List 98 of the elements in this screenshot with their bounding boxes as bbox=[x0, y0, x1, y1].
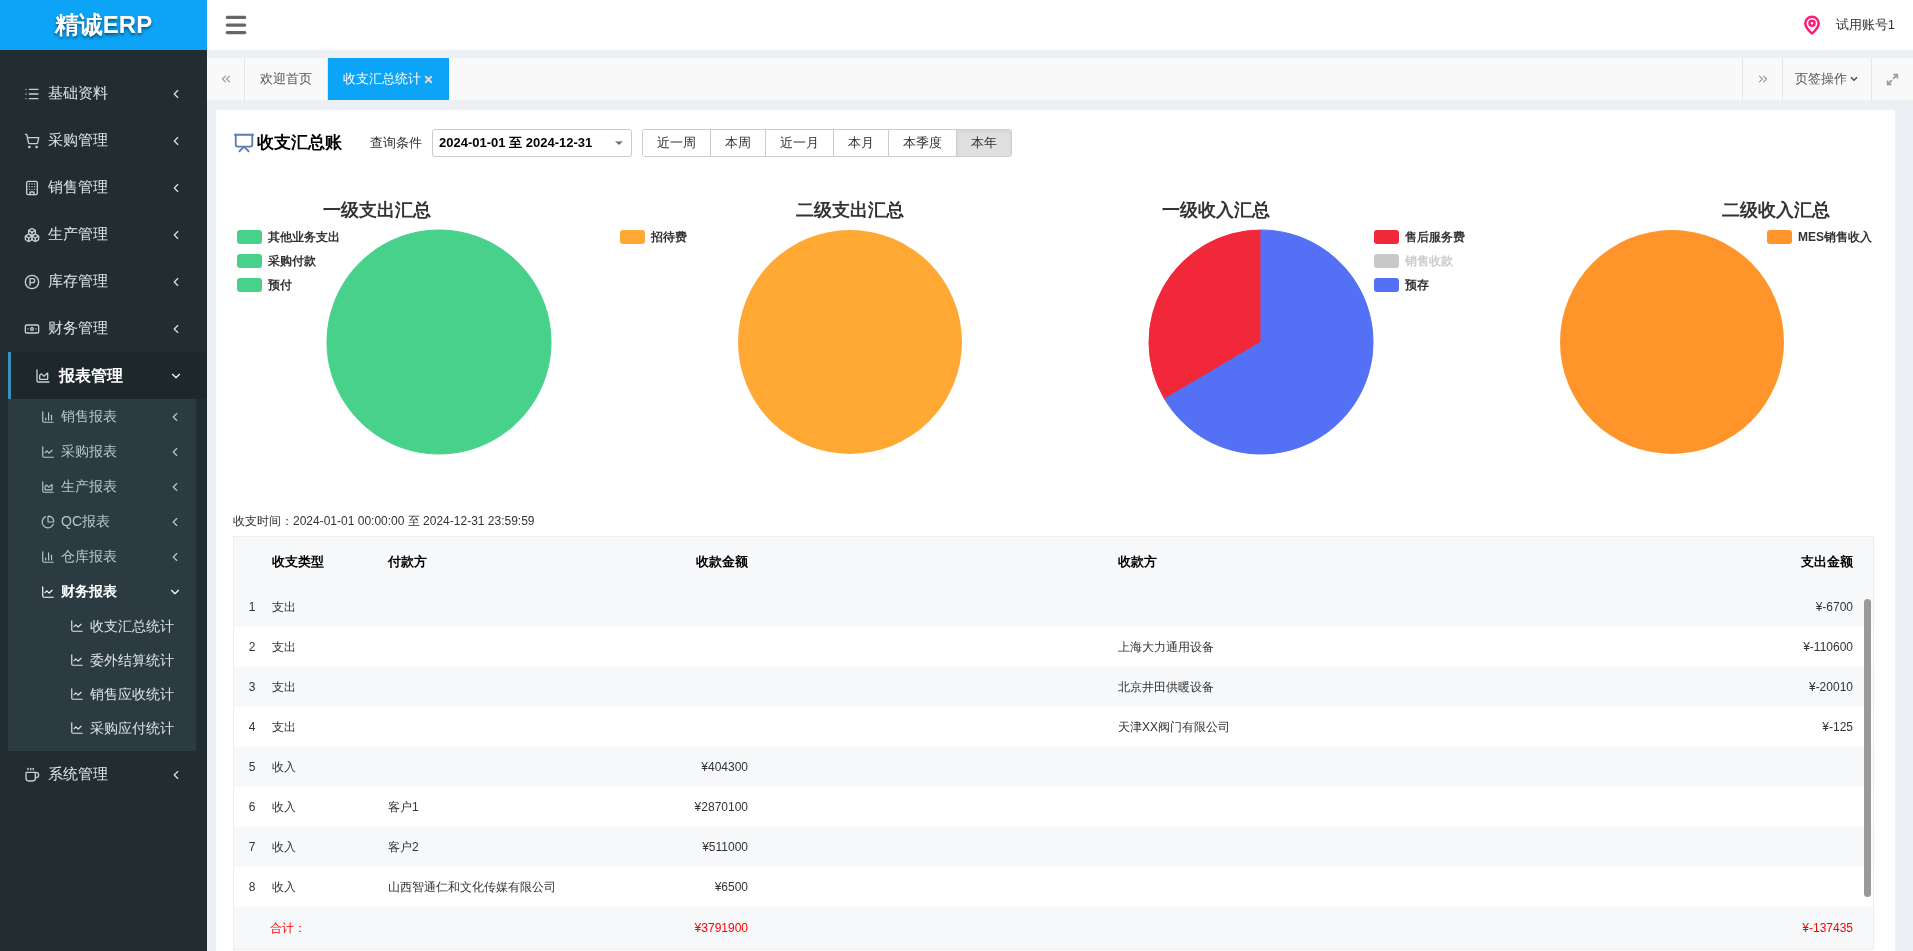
sidebar-item[interactable]: 销售管理 bbox=[0, 164, 207, 211]
user-name[interactable]: 试用账号1 bbox=[1835, 15, 1895, 35]
chart-title: 一级收入汇总 bbox=[1161, 199, 1270, 222]
table-cell-text: 收入 bbox=[271, 839, 297, 856]
table-cell-text: 收入 bbox=[271, 799, 297, 816]
row-number: 2 bbox=[247, 639, 257, 656]
legend-item[interactable]: 招待费 bbox=[620, 228, 688, 246]
sidebar-item[interactable]: 基础资料 bbox=[0, 70, 207, 117]
line-chart-icon bbox=[70, 653, 84, 667]
submenu-item[interactable]: 生产报表 bbox=[8, 469, 196, 504]
submenu-item[interactable]: QC报表 bbox=[8, 504, 196, 539]
row-number: 4 bbox=[247, 719, 257, 736]
sidebar-item[interactable]: 系统管理 bbox=[0, 751, 207, 798]
caret-icon bbox=[1849, 74, 1859, 84]
table-cell-text: 支出 bbox=[271, 639, 297, 656]
line-chart-icon bbox=[41, 444, 55, 459]
line-chart-icon bbox=[70, 687, 84, 701]
table-cell-text: ¥-125 bbox=[1821, 719, 1853, 736]
table-cell-text: 支出 bbox=[271, 679, 297, 696]
row-number: 8 bbox=[247, 879, 257, 896]
submenu-item[interactable]: 销售报表 bbox=[8, 399, 196, 434]
time-range-text: 收支时间：2024-01-01 00:00:00 至 2024-12-31 23:59:59 bbox=[233, 513, 536, 530]
line-chart-icon bbox=[41, 584, 55, 599]
area-chart-icon bbox=[35, 367, 51, 384]
table-cell-text: 收入 bbox=[271, 759, 297, 776]
period-button[interactable]: 本年 bbox=[957, 130, 1011, 156]
cup-icon bbox=[24, 766, 40, 783]
tab-actions-button[interactable]: 页签操作 bbox=[1782, 58, 1871, 100]
column-header: 支出金额 bbox=[1800, 553, 1853, 572]
legend-item[interactable]: 采购付款 bbox=[237, 252, 340, 270]
table-cell-text: ¥-20010 bbox=[1807, 679, 1853, 696]
query-label: 查询条件 bbox=[370, 134, 422, 153]
total-cell-text: ¥-137435 bbox=[1801, 920, 1853, 937]
table-cell-text: ¥6500 bbox=[713, 879, 748, 896]
submenu-link[interactable]: 采购应付统计 bbox=[8, 711, 196, 745]
legend-item[interactable]: 预付 bbox=[237, 276, 340, 294]
cart-icon bbox=[24, 132, 40, 149]
row-number: 7 bbox=[247, 839, 257, 856]
legend-item[interactable]: MES销售收入 bbox=[1767, 228, 1872, 246]
line-chart-icon bbox=[70, 619, 84, 633]
period-button[interactable]: 近一周 bbox=[643, 130, 711, 156]
sidebar-item[interactable]: 采购管理 bbox=[0, 117, 207, 164]
submenu-link[interactable]: 销售应收统计 bbox=[8, 677, 196, 711]
submenu-item[interactable]: 仓库报表 bbox=[8, 539, 196, 574]
table-cell-text: 上海大力通用设备 bbox=[1118, 639, 1215, 656]
row-number: 3 bbox=[247, 679, 257, 696]
chart-title: 二级支出汇总 bbox=[795, 199, 904, 222]
table-cell-text: ¥404300 bbox=[700, 759, 748, 776]
table-cell-text: 支出 bbox=[271, 599, 297, 616]
bar-chart-icon bbox=[41, 409, 55, 424]
parking-icon bbox=[24, 273, 40, 290]
date-range-select[interactable]: 2024-01-01 至 2024-12-31 bbox=[432, 129, 632, 157]
column-header: 收支类型 bbox=[271, 553, 325, 572]
legend-item[interactable]: 售后服务费 bbox=[1373, 228, 1465, 246]
table-cell-text: 山西智通仁和文化传媒有限公司 bbox=[388, 879, 557, 896]
row-number: 6 bbox=[247, 799, 257, 816]
row-number: 1 bbox=[247, 599, 257, 616]
sidebar-item[interactable]: 生产管理 bbox=[0, 211, 207, 258]
table-cell-text: 支出 bbox=[271, 719, 297, 736]
chart-title: 二级收入汇总 bbox=[1722, 199, 1830, 222]
table-cell-text: ¥511000 bbox=[701, 839, 748, 856]
column-header: 付款方 bbox=[388, 553, 428, 572]
submenu-item[interactable]: 采购报表 bbox=[8, 434, 196, 469]
fullscreen-icon bbox=[1886, 72, 1899, 86]
table-cell-text: 北京井田供暖设备 bbox=[1118, 679, 1215, 696]
submenu-item[interactable]: 财务报表 bbox=[8, 574, 196, 609]
line-chart-icon bbox=[70, 721, 84, 735]
building-icon bbox=[24, 179, 40, 196]
total-label: 合计： bbox=[270, 920, 307, 937]
legend-item[interactable]: 预存 bbox=[1373, 276, 1465, 294]
column-header: 收款金额 bbox=[695, 553, 748, 572]
report-board-icon bbox=[233, 132, 255, 154]
page-title: 收支汇总账 bbox=[257, 132, 342, 155]
sidebar-item[interactable]: 库存管理 bbox=[0, 258, 207, 305]
bar-chart-icon bbox=[41, 549, 55, 564]
table-cell-text: 天津XX阀门有限公司 bbox=[1118, 719, 1231, 736]
chart-title: 一级支出汇总 bbox=[323, 199, 431, 222]
submenu-link[interactable]: 收支汇总统计 bbox=[8, 609, 196, 643]
legend-item[interactable]: 其他业务支出 bbox=[237, 228, 340, 246]
scrollbar[interactable] bbox=[1864, 599, 1871, 897]
row-number: 5 bbox=[247, 759, 257, 776]
table-cell-text: 客户2 bbox=[388, 839, 420, 856]
table-cell-text: 收入 bbox=[271, 879, 297, 896]
table-cell-text: 客户1 bbox=[388, 799, 420, 816]
sidebar-item[interactable]: 报表管理 bbox=[8, 352, 207, 399]
area-chart-icon bbox=[41, 479, 55, 494]
total-cell-text: ¥3791900 bbox=[693, 920, 748, 937]
table-cell-text: ¥2870100 bbox=[693, 799, 748, 816]
map-pin-icon bbox=[1801, 15, 1822, 35]
blocks-icon bbox=[24, 226, 40, 243]
table-cell-text: ¥-110600 bbox=[1802, 639, 1853, 656]
close-icon[interactable] bbox=[423, 73, 434, 85]
submenu-link[interactable]: 委外结算统计 bbox=[8, 643, 196, 677]
sidebar-item[interactable]: 财务管理 bbox=[0, 305, 207, 352]
brand-logo: 精诚ERP bbox=[0, 0, 207, 50]
column-header: 收款方 bbox=[1118, 553, 1158, 572]
table-cell-text: ¥-6700 bbox=[1814, 599, 1853, 616]
pie-chart-icon bbox=[41, 514, 55, 529]
